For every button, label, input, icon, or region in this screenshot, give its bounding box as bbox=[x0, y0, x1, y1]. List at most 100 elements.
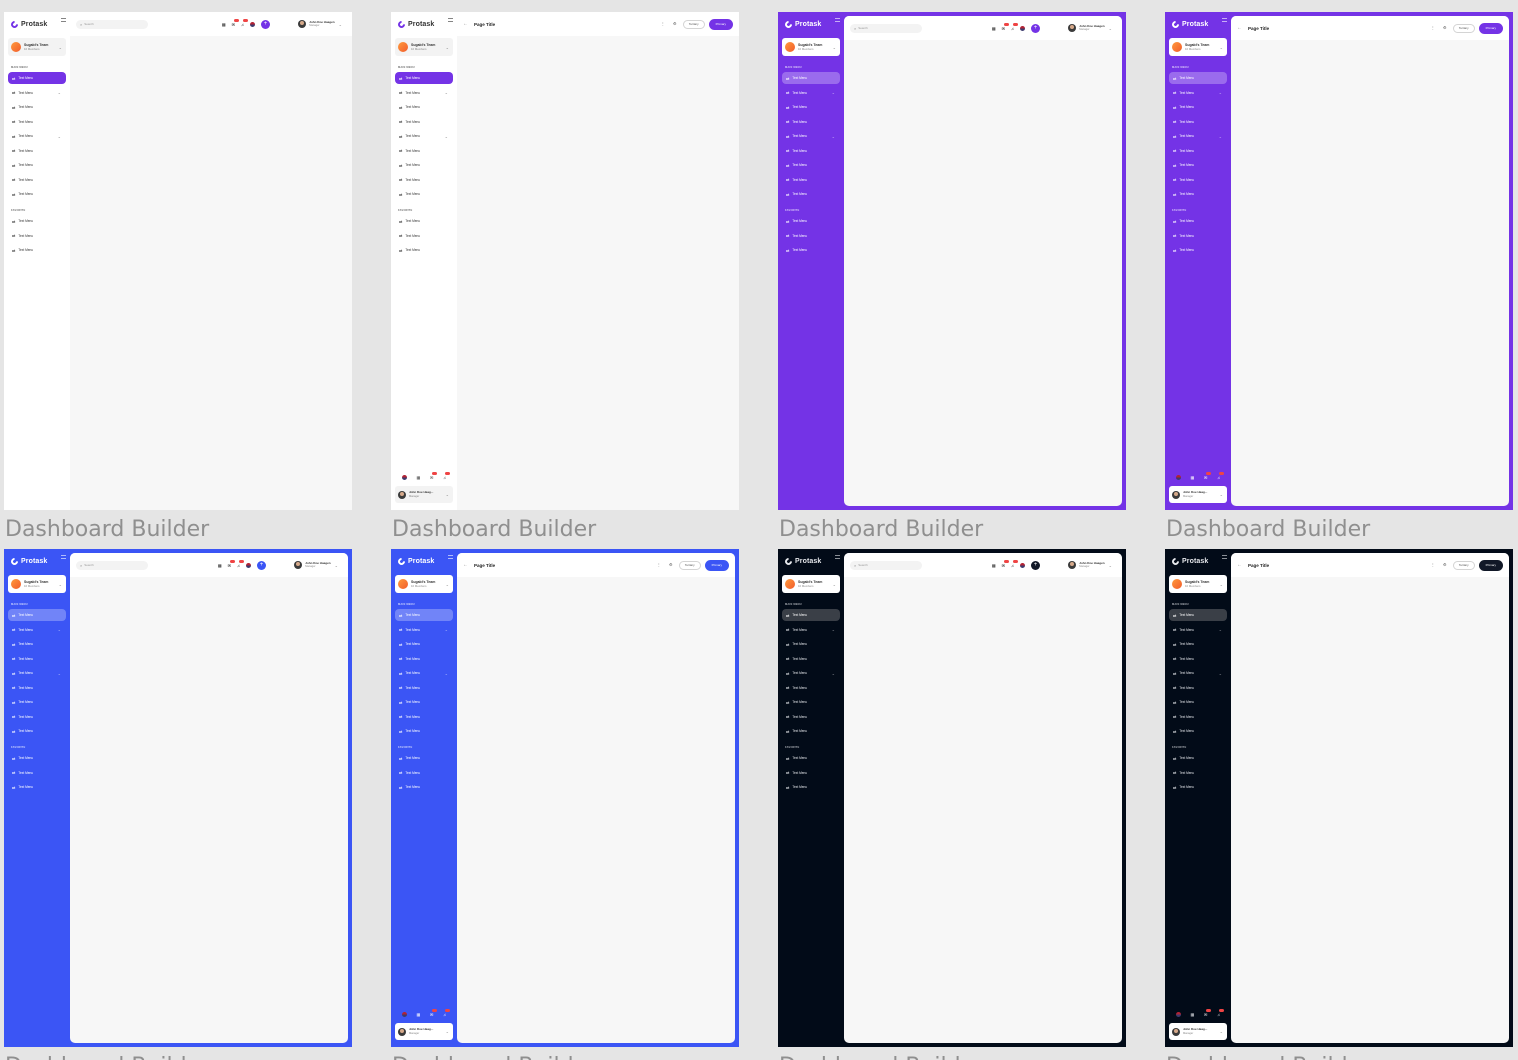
tertiary-button[interactable]: Tertiary bbox=[678, 560, 701, 570]
message-icon[interactable]: ✉ bbox=[1002, 22, 1009, 31]
flag-icon[interactable] bbox=[1175, 474, 1181, 480]
user-menu[interactable]: John Doe Haagen Manager ⌄ bbox=[1068, 561, 1112, 569]
sidebar-item[interactable]: ⇄ Text Menu bbox=[782, 101, 840, 113]
sidebar-item[interactable]: ⇄ Text Menu ⌄ bbox=[782, 624, 840, 636]
bell-icon[interactable]: ♫ bbox=[237, 559, 244, 568]
sidebar-item[interactable]: ⇄ Text Menu bbox=[8, 725, 66, 737]
bell-icon[interactable]: ♫ bbox=[443, 1008, 451, 1017]
bell-icon[interactable]: ♫ bbox=[1217, 1008, 1225, 1017]
brand[interactable]: Protask bbox=[391, 549, 457, 567]
bell-icon[interactable]: ♫ bbox=[1011, 559, 1018, 568]
sidebar-item[interactable]: ⇄ Text Menu bbox=[395, 72, 453, 84]
sidebar-item[interactable]: ⇄ Text Menu bbox=[782, 116, 840, 128]
message-icon[interactable]: ✉ bbox=[1002, 559, 1009, 568]
calendar-icon[interactable]: ▦ bbox=[1191, 1012, 1195, 1017]
more-icon[interactable]: ⋮ bbox=[1429, 24, 1437, 32]
sidebar-item[interactable]: ⇄ Text Menu bbox=[782, 653, 840, 665]
message-icon[interactable]: ✉ bbox=[228, 559, 235, 568]
calendar-icon[interactable]: ▦ bbox=[992, 26, 996, 31]
sidebar-item[interactable]: ⇄ Text Menu bbox=[782, 638, 840, 650]
user-menu[interactable]: John Doe Haagen Manager ⌄ bbox=[298, 20, 342, 28]
plus-icon[interactable]: + bbox=[1031, 23, 1040, 33]
bell-icon[interactable]: ♫ bbox=[1217, 471, 1225, 480]
user-menu[interactable]: John Doe Haagen Manager ⌄ bbox=[294, 561, 338, 569]
more-icon[interactable]: ⋮ bbox=[1429, 561, 1437, 569]
sidebar-item[interactable]: ⇄ Text Menu bbox=[782, 781, 840, 793]
sidebar-item[interactable]: ⇄ Text Menu bbox=[395, 244, 453, 256]
collapse-icon[interactable] bbox=[1222, 555, 1227, 559]
sidebar-item[interactable]: ⇄ Text Menu bbox=[782, 609, 840, 621]
sidebar-item[interactable]: ⇄ Text Menu bbox=[782, 174, 840, 186]
sidebar-item[interactable]: ⇄ Text Menu ⌄ bbox=[395, 130, 453, 142]
sidebar-item[interactable]: ⇄ Text Menu bbox=[1169, 244, 1227, 256]
sidebar-item[interactable]: ⇄ Text Menu bbox=[8, 767, 66, 779]
sidebar-item[interactable]: ⇄ Text Menu ⌄ bbox=[395, 87, 453, 99]
sidebar-item[interactable]: ⇄ Text Menu ⌄ bbox=[395, 624, 453, 636]
sidebar-item[interactable]: ⇄ Text Menu bbox=[395, 781, 453, 793]
sidebar-item[interactable]: ⇄ Text Menu bbox=[8, 188, 66, 200]
sidebar-item[interactable]: ⇄ Text Menu ⌄ bbox=[1169, 667, 1227, 679]
sidebar-item[interactable]: ⇄ Text Menu bbox=[8, 159, 66, 171]
collapse-icon[interactable] bbox=[835, 18, 840, 22]
sidebar-item[interactable]: ⇄ Text Menu bbox=[1169, 682, 1227, 694]
calendar-icon[interactable]: ▦ bbox=[417, 475, 421, 480]
sidebar-item[interactable]: ⇄ Text Menu bbox=[395, 725, 453, 737]
sidebar-item[interactable]: ⇄ Text Menu ⌄ bbox=[782, 130, 840, 142]
back-arrow-icon[interactable]: ← bbox=[463, 562, 468, 568]
calendar-icon[interactable]: ▦ bbox=[417, 1012, 421, 1017]
sidebar-item[interactable]: ⇄ Text Menu bbox=[782, 711, 840, 723]
collapse-icon[interactable] bbox=[448, 18, 453, 22]
sidebar-item[interactable]: ⇄ Text Menu ⌄ bbox=[1169, 87, 1227, 99]
sidebar-item[interactable]: ⇄ Text Menu bbox=[8, 215, 66, 227]
primary-button[interactable]: Primary bbox=[1478, 22, 1503, 34]
calendar-icon[interactable]: ▦ bbox=[218, 563, 222, 568]
user-menu[interactable]: John Doe Haagen Manager ⌄ bbox=[1068, 24, 1112, 32]
sidebar-item[interactable]: ⇄ Text Menu bbox=[782, 159, 840, 171]
sidebar-item[interactable]: ⇄ Text Menu bbox=[395, 116, 453, 128]
sidebar-item[interactable]: ⇄ Text Menu bbox=[782, 767, 840, 779]
sidebar-item[interactable]: ⇄ Text Menu bbox=[782, 696, 840, 708]
sidebar-item[interactable]: ⇄ Text Menu ⌄ bbox=[8, 130, 66, 142]
flag-icon[interactable] bbox=[1020, 25, 1025, 31]
sidebar-item[interactable]: ⇄ Text Menu bbox=[1169, 767, 1227, 779]
message-icon[interactable]: ✉ bbox=[1204, 471, 1212, 480]
sidebar-item[interactable]: ⇄ Text Menu bbox=[1169, 711, 1227, 723]
sidebar-item[interactable]: ⇄ Text Menu bbox=[395, 215, 453, 227]
plus-icon[interactable]: + bbox=[257, 560, 266, 570]
sidebar-item[interactable]: ⇄ Text Menu bbox=[395, 159, 453, 171]
brand[interactable]: Protask bbox=[1165, 549, 1231, 567]
sidebar-item[interactable]: ⇄ Text Menu bbox=[395, 767, 453, 779]
brand[interactable]: Protask bbox=[391, 12, 457, 30]
sidebar-item[interactable]: ⇄ Text Menu bbox=[8, 244, 66, 256]
team-switcher[interactable]: Sugabi's Team 10 Members ⌄ bbox=[395, 38, 453, 56]
message-icon[interactable]: ✉ bbox=[232, 18, 239, 27]
team-switcher[interactable]: Sugabi's Team 10 Members ⌄ bbox=[8, 38, 66, 56]
search-input[interactable]: ⌕ Search bbox=[76, 19, 148, 29]
sidebar-item[interactable]: ⇄ Text Menu ⌄ bbox=[8, 667, 66, 679]
sidebar-item[interactable]: ⇄ Text Menu bbox=[1169, 781, 1227, 793]
sidebar-item[interactable]: ⇄ Text Menu bbox=[1169, 188, 1227, 200]
collapse-icon[interactable] bbox=[1222, 18, 1227, 22]
sidebar-item[interactable]: ⇄ Text Menu bbox=[1169, 725, 1227, 737]
sidebar-item[interactable]: ⇄ Text Menu bbox=[782, 752, 840, 764]
search-input[interactable]: ⌕ Search bbox=[850, 23, 922, 33]
user-menu[interactable]: John Doe Haag... Manager ⌄ bbox=[1169, 486, 1227, 503]
sidebar-item[interactable]: ⇄ Text Menu bbox=[8, 174, 66, 186]
team-switcher[interactable]: Sugabi's Team 10 Members ⌄ bbox=[395, 575, 453, 593]
sidebar-item[interactable]: ⇄ Text Menu ⌄ bbox=[8, 624, 66, 636]
collapse-icon[interactable] bbox=[835, 555, 840, 559]
brand[interactable]: Protask bbox=[778, 549, 844, 567]
sidebar-item[interactable]: ⇄ Text Menu bbox=[395, 653, 453, 665]
sidebar-item[interactable]: ⇄ Text Menu bbox=[8, 101, 66, 113]
sidebar-item[interactable]: ⇄ Text Menu bbox=[8, 609, 66, 621]
sidebar-item[interactable]: ⇄ Text Menu bbox=[8, 116, 66, 128]
primary-button[interactable]: Primary bbox=[708, 18, 733, 30]
bell-icon[interactable]: ♫ bbox=[1011, 22, 1018, 31]
brand[interactable]: Protask bbox=[4, 12, 70, 30]
back-arrow-icon[interactable]: ← bbox=[463, 21, 468, 27]
settings-icon[interactable]: ⚙ bbox=[1441, 24, 1449, 32]
sidebar-item[interactable]: ⇄ Text Menu bbox=[395, 638, 453, 650]
sidebar-item[interactable]: ⇄ Text Menu bbox=[782, 215, 840, 227]
flag-icon[interactable] bbox=[401, 1011, 407, 1017]
brand[interactable]: Protask bbox=[778, 12, 844, 30]
